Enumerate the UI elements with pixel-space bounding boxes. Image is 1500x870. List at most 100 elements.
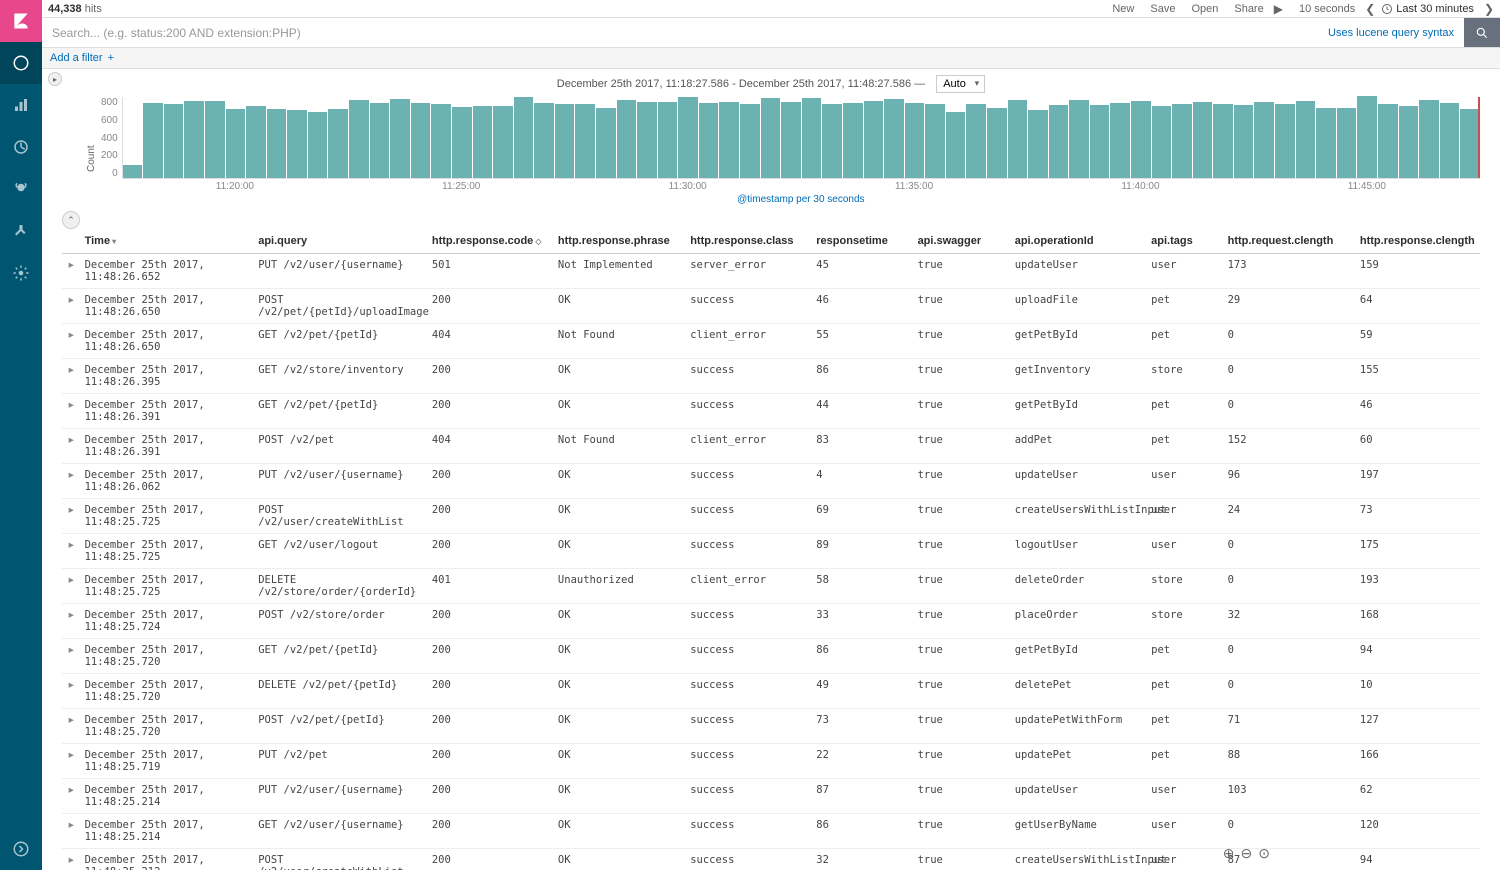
expand-row-icon[interactable]: ▸ [62,534,81,569]
histogram-bar[interactable] [267,109,287,178]
histogram-bar[interactable] [287,110,307,178]
histogram-bar[interactable] [431,104,451,178]
histogram-bar[interactable] [411,103,431,178]
histogram-bar[interactable] [1399,106,1419,178]
nav-visualize[interactable] [0,84,42,126]
histogram-bar[interactable] [205,101,225,178]
zoom-out-icon[interactable]: ⊖ [1241,845,1253,862]
histogram-bar[interactable] [1296,101,1316,178]
histogram-bar[interactable] [637,102,657,178]
field-panel-toggle[interactable]: ▸ [48,72,62,86]
add-filter-button[interactable]: Add a filter + [50,52,114,64]
histogram-bar[interactable] [1357,96,1377,178]
histogram-bar[interactable] [699,103,719,178]
expand-row-icon[interactable]: ▸ [62,744,81,779]
histogram-bar[interactable] [761,98,781,178]
histogram-bar[interactable] [473,106,493,178]
expand-row-icon[interactable]: ▸ [62,324,81,359]
histogram-bar[interactable] [349,100,369,178]
histogram-bar[interactable] [719,102,739,178]
action-save[interactable]: Save [1150,3,1175,15]
histogram-bar[interactable] [555,104,575,178]
collapse-histogram-button[interactable]: ⌃ [62,211,80,229]
time-next-icon[interactable]: ❯ [1484,2,1494,16]
histogram-bar[interactable] [864,101,884,178]
histogram-bar[interactable] [802,98,822,178]
expand-row-icon[interactable]: ▸ [62,429,81,464]
col-query[interactable]: api.query [254,229,428,254]
histogram-bar[interactable] [678,97,698,178]
expand-row-icon[interactable]: ▸ [62,359,81,394]
histogram-bar[interactable] [1008,100,1028,178]
zoom-reset-icon[interactable]: ⊙ [1258,845,1270,862]
col-phrase[interactable]: http.response.phrase [554,229,686,254]
histogram-bar[interactable] [1028,110,1048,178]
histogram-bar[interactable] [143,103,163,178]
histogram-bar[interactable] [1172,104,1192,178]
histogram-bar[interactable] [617,100,637,178]
action-open[interactable]: Open [1191,3,1218,15]
kibana-logo[interactable] [0,0,42,42]
col-code[interactable]: http.response.code◇ [428,229,554,254]
play-icon[interactable]: ▶ [1274,2,1283,16]
histogram-bar[interactable] [184,101,204,178]
histogram-bar[interactable] [1110,103,1130,178]
histogram-bar[interactable] [1419,100,1439,178]
nav-timelion[interactable] [0,168,42,210]
expand-row-icon[interactable]: ▸ [62,604,81,639]
histogram-bars[interactable] [122,97,1480,179]
histogram-bar[interactable] [1193,102,1213,178]
time-range-picker[interactable]: Last 30 minutes [1381,3,1474,15]
zoom-in-icon[interactable]: ⊕ [1223,845,1235,862]
histogram-bar[interactable] [1152,106,1172,178]
histogram-bar[interactable] [946,112,966,178]
histogram-bar[interactable] [740,104,760,178]
histogram-bar[interactable] [390,99,410,178]
refresh-interval[interactable]: 10 seconds [1299,3,1355,15]
nav-collapse[interactable] [0,828,42,870]
expand-row-icon[interactable]: ▸ [62,254,81,289]
histogram-bar[interactable] [514,97,534,178]
histogram-bar[interactable] [781,102,801,178]
col-tags[interactable]: api.tags [1147,229,1223,254]
expand-row-icon[interactable]: ▸ [62,674,81,709]
histogram-bar[interactable] [246,106,266,178]
histogram-bar[interactable] [226,109,246,178]
histogram-bar[interactable] [905,103,925,178]
histogram-bar[interactable] [1378,104,1398,178]
expand-row-icon[interactable]: ▸ [62,289,81,324]
histogram-bar[interactable] [658,102,678,178]
expand-row-icon[interactable]: ▸ [62,779,81,814]
col-swagger[interactable]: api.swagger [914,229,1011,254]
histogram-bar[interactable] [1275,104,1295,178]
expand-row-icon[interactable]: ▸ [62,464,81,499]
nav-dashboard[interactable] [0,126,42,168]
histogram-bar[interactable] [370,103,390,178]
histogram-bar[interactable] [1316,108,1336,178]
histogram-bar[interactable] [884,99,904,178]
histogram-bar[interactable] [493,106,513,178]
histogram-bar[interactable] [987,108,1007,178]
histogram-bar[interactable] [534,103,554,178]
expand-row-icon[interactable]: ▸ [62,394,81,429]
histogram-bar[interactable] [452,107,472,178]
col-responsetime[interactable]: responsetime [812,229,913,254]
expand-row-icon[interactable]: ▸ [62,814,81,849]
histogram-bar[interactable] [1069,100,1089,178]
col-time[interactable]: Time▾ [81,229,255,254]
histogram-bar[interactable] [1440,103,1460,178]
action-share[interactable]: Share [1234,3,1263,15]
expand-row-icon[interactable]: ▸ [62,709,81,744]
col-operationid[interactable]: api.operationId [1011,229,1147,254]
histogram-bar[interactable] [1254,102,1274,178]
histogram-bar[interactable] [1337,108,1357,178]
histogram-bar[interactable] [1090,105,1110,178]
expand-row-icon[interactable]: ▸ [62,849,81,870]
col-reqlen[interactable]: http.request.clength [1224,229,1356,254]
histogram-bar[interactable] [925,104,945,178]
histogram-bar[interactable] [123,165,143,178]
col-reslen[interactable]: http.response.clength [1356,229,1480,254]
histogram-bar[interactable] [1460,109,1480,178]
nav-devtools[interactable] [0,210,42,252]
histogram-bar[interactable] [822,104,842,178]
